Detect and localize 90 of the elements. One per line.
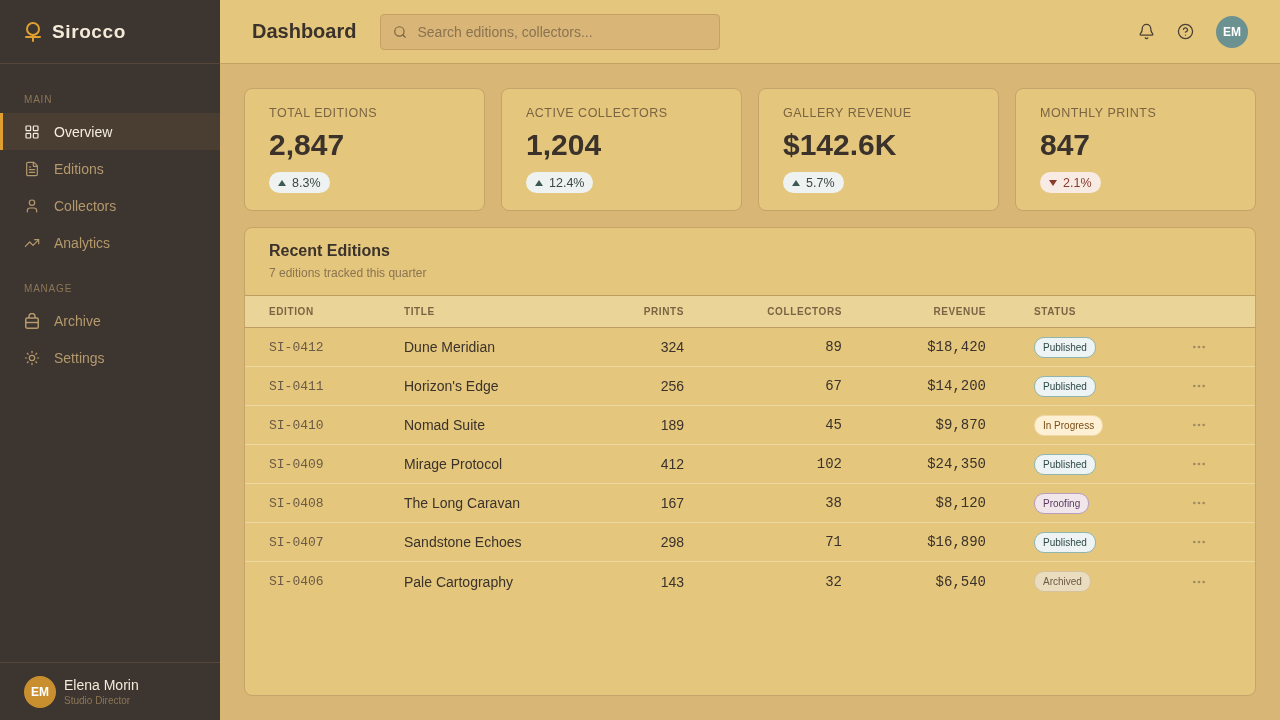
- app-name: Sirocco: [52, 20, 126, 43]
- stat-label: TOTAL EDITIONS: [269, 105, 378, 121]
- section-title: MANAGE: [23, 282, 74, 296]
- table-cell: SI-0406: [269, 574, 324, 589]
- table-cell: $16,890: [927, 534, 986, 550]
- panel-title: Recent Editions: [269, 241, 390, 261]
- search-icon: [393, 24, 408, 39]
- status-badge: Published: [1034, 375, 1096, 397]
- user-role: Studio Director: [64, 695, 132, 706]
- status-badge: Published: [1034, 453, 1096, 475]
- user-name: Elena Morin: [64, 677, 139, 693]
- status-badge: Proofing: [1034, 492, 1090, 514]
- table-cell: SI-0410: [269, 417, 324, 433]
- status-badge: Archived: [1034, 571, 1091, 592]
- document-icon: [24, 160, 40, 177]
- stat-label: GALLERY REVENUE: [783, 105, 912, 121]
- triangle-up-icon: [535, 179, 543, 186]
- column-header: TITLE: [404, 306, 435, 317]
- nav-item[interactable]: Settings: [0, 339, 220, 376]
- bell-icon[interactable]: [1138, 23, 1155, 40]
- search-field[interactable]: Search editions, collectors...: [380, 13, 721, 50]
- table-cell: 256: [660, 378, 684, 394]
- status-badge: In Progress: [1034, 414, 1104, 436]
- nav-item[interactable]: Collectors: [0, 187, 220, 224]
- grid-icon: [24, 123, 40, 140]
- table-cell: SI-0407: [269, 534, 324, 550]
- stat-value: $142.6K: [783, 127, 897, 163]
- table-cell: SI-0408: [269, 495, 324, 511]
- stat-value: 1,204: [526, 127, 602, 163]
- triangle-up-icon: [792, 179, 800, 186]
- column-header: PRINTS: [643, 306, 684, 317]
- triangle-up-icon: [278, 179, 286, 186]
- table-cell: $8,120: [935, 495, 986, 511]
- table-cell: $9,870: [935, 417, 986, 433]
- table-cell: The Long Caravan: [404, 495, 520, 511]
- table-cell: 298: [660, 534, 684, 550]
- sun-icon: [24, 349, 40, 366]
- table-cell: 89: [825, 339, 842, 355]
- table-cell: $24,350: [927, 456, 986, 472]
- stat-label: ACTIVE COLLECTORS: [526, 105, 668, 121]
- table-cell: $14,200: [927, 378, 986, 394]
- stat-value: 2,847: [269, 127, 345, 163]
- panel-subtitle: 7 editions tracked this quarter: [269, 265, 427, 281]
- nav-item[interactable]: Archive: [0, 302, 220, 339]
- user-avatar[interactable]: EM: [1216, 15, 1248, 48]
- table-cell: Sandstone Echoes: [404, 534, 522, 550]
- nav-item[interactable]: Overview: [0, 113, 220, 150]
- trend-value: 2.1%: [1063, 175, 1092, 190]
- table-cell: Mirage Protocol: [404, 456, 503, 472]
- trend-value: 8.3%: [292, 175, 321, 190]
- table-cell: Pale Cartography: [404, 573, 513, 590]
- table-cell: Dune Meridian: [404, 339, 496, 355]
- stat-label: MONTHLY PRINTS: [1040, 105, 1157, 121]
- bag-icon: [24, 312, 40, 329]
- table-cell: $6,540: [935, 573, 986, 590]
- nav-item[interactable]: Analytics: [0, 224, 220, 261]
- person-icon: [24, 197, 40, 214]
- table-cell: Horizon's Edge: [404, 378, 499, 394]
- column-header: COLLECTORS: [767, 306, 842, 317]
- status-badge: Published: [1034, 336, 1096, 358]
- table-cell: 324: [660, 339, 684, 355]
- table-cell: 412: [660, 456, 684, 472]
- table-cell: SI-0412: [269, 339, 324, 355]
- nav-item[interactable]: Editions: [0, 150, 220, 187]
- trend-value: 5.7%: [806, 175, 835, 190]
- section-title: MAIN: [23, 93, 54, 107]
- table-cell: 32: [825, 573, 842, 590]
- table-cell: 189: [660, 417, 684, 433]
- table-cell: 167: [660, 495, 684, 511]
- help-icon[interactable]: [1177, 23, 1194, 40]
- table-cell: 45: [825, 417, 842, 433]
- table-cell: 71: [825, 534, 842, 550]
- page-title: Dashboard: [252, 20, 357, 43]
- column-header: EDITION: [269, 306, 314, 317]
- table-cell: 67: [825, 378, 842, 394]
- column-header: REVENUE: [933, 306, 986, 317]
- user-avatar[interactable]: EM: [24, 675, 56, 708]
- status-badge: Published: [1034, 531, 1096, 553]
- table-cell: 102: [816, 456, 842, 472]
- table-cell: 38: [825, 495, 842, 511]
- stat-value: 847: [1040, 127, 1091, 163]
- table-cell: SI-0411: [269, 378, 324, 394]
- table-cell: $18,420: [927, 339, 986, 355]
- trend-value: 12.4%: [549, 175, 585, 190]
- table-cell: SI-0409: [269, 456, 324, 472]
- column-header: STATUS: [1034, 306, 1077, 317]
- table-cell: 143: [660, 573, 684, 590]
- triangle-down-icon: [1049, 179, 1057, 186]
- logo-icon: [24, 21, 42, 42]
- table-cell: Nomad Suite: [404, 417, 485, 433]
